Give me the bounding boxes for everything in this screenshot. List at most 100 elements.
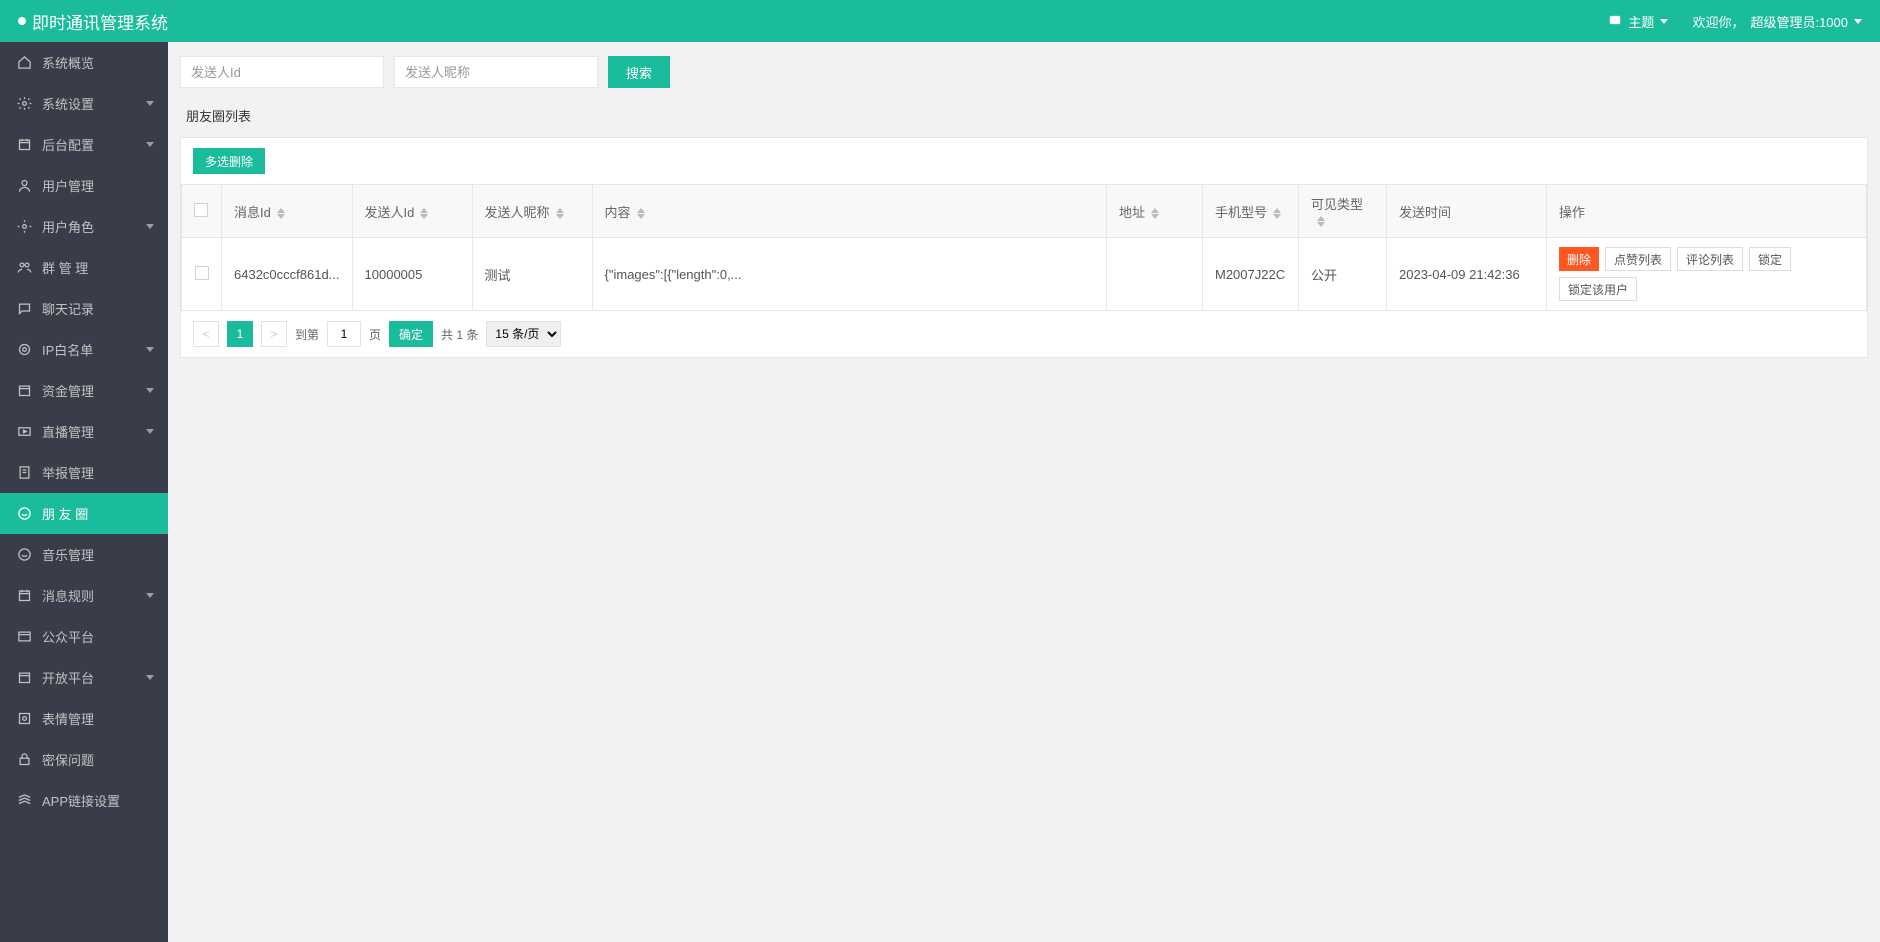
select-all-checkbox[interactable] <box>194 203 208 217</box>
lock-button[interactable]: 锁定 <box>1749 247 1791 271</box>
sidebar-item[interactable]: 音乐管理 <box>0 534 168 575</box>
cell-time: 2023-04-09 21:42:36 <box>1387 238 1547 311</box>
menu-icon <box>16 260 32 276</box>
logo-dot-icon <box>18 17 26 25</box>
app-title-wrap: 即时通讯管理系统 <box>18 9 168 34</box>
chevron-down-icon <box>146 347 154 352</box>
sidebar-item[interactable]: 直播管理 <box>0 411 168 452</box>
chevron-down-icon <box>146 142 154 147</box>
sidebar-item-label: 朋 友 圈 <box>42 504 88 523</box>
sort-icon <box>556 208 564 219</box>
sidebar-item[interactable]: 开放平台 <box>0 657 168 698</box>
sidebar-item[interactable]: 系统概览 <box>0 42 168 83</box>
sidebar-item-label: 公众平台 <box>42 627 94 646</box>
menu-icon <box>16 383 32 399</box>
sidebar-item-label: 资金管理 <box>42 381 94 400</box>
delete-button[interactable]: 删除 <box>1559 247 1599 271</box>
cell-phone: M2007J22C <box>1203 238 1299 311</box>
sidebar-item[interactable]: 用户角色 <box>0 206 168 247</box>
theme-dropdown[interactable]: 主题 <box>1608 12 1668 31</box>
sort-icon <box>420 208 428 219</box>
menu-icon <box>16 588 32 604</box>
comment-list-button[interactable]: 评论列表 <box>1677 247 1743 271</box>
menu-icon <box>16 670 32 686</box>
sidebar-item-label: 用户管理 <box>42 176 94 195</box>
sort-icon <box>277 208 285 219</box>
lock-user-button[interactable]: 锁定该用户 <box>1559 277 1637 301</box>
row-checkbox[interactable] <box>195 266 209 280</box>
sidebar-item-label: 音乐管理 <box>42 545 94 564</box>
header-senderid[interactable]: 发送人Id <box>352 185 472 238</box>
menu-icon <box>16 629 32 645</box>
header-right: 主题 欢迎你， 超级管理员:1000 <box>1608 12 1862 31</box>
cell-actions: 删除点赞列表评论列表锁定锁定该用户 <box>1547 238 1867 311</box>
goto-page-input[interactable] <box>327 321 361 347</box>
next-page-button[interactable]: > <box>261 321 287 347</box>
cell-msgid: 6432c0cccf861d... <box>222 238 353 311</box>
header-visible[interactable]: 可见类型 <box>1299 185 1387 238</box>
header-time: 发送时间 <box>1387 185 1547 238</box>
theme-label: 主题 <box>1628 12 1654 31</box>
sidebar-item[interactable]: 群 管 理 <box>0 247 168 288</box>
sidebar-item[interactable]: 聊天记录 <box>0 288 168 329</box>
sidebar-item[interactable]: 消息规则 <box>0 575 168 616</box>
prev-page-button[interactable]: < <box>193 321 219 347</box>
goto-confirm-button[interactable]: 确定 <box>389 321 433 347</box>
chevron-down-icon <box>146 429 154 434</box>
sidebar-item[interactable]: 用户管理 <box>0 165 168 206</box>
goto-prefix: 到第 <box>295 326 319 343</box>
sidebar-item[interactable]: 后台配置 <box>0 124 168 165</box>
sidebar-item-label: 用户角色 <box>42 217 94 236</box>
sidebar-item[interactable]: 公众平台 <box>0 616 168 657</box>
header-checkbox-cell <box>182 185 222 238</box>
cell-nickname: 测试 <box>472 238 592 311</box>
page-number-button[interactable]: 1 <box>227 321 253 347</box>
sidebar-item-label: 系统概览 <box>42 53 94 72</box>
sidebar-item-label: 群 管 理 <box>42 258 88 277</box>
sidebar-item-label: APP链接设置 <box>42 791 120 810</box>
like-list-button[interactable]: 点赞列表 <box>1605 247 1671 271</box>
menu-icon <box>16 547 32 563</box>
menu-icon <box>16 342 32 358</box>
search-button[interactable]: 搜索 <box>608 56 670 88</box>
palette-icon <box>1608 13 1622 30</box>
app-title: 即时通讯管理系统 <box>32 9 168 34</box>
sidebar-item-label: 后台配置 <box>42 135 94 154</box>
page-size-select[interactable]: 15 条/页 <box>486 321 561 347</box>
header-content[interactable]: 内容 <box>592 185 1106 238</box>
sidebar-item-label: 系统设置 <box>42 94 94 113</box>
list-card: 多选删除 消息Id 发送人Id 发送人昵称 内容 地址 手机型号 可见类型 发送… <box>180 137 1868 358</box>
sidebar-item[interactable]: 朋 友 圈 <box>0 493 168 534</box>
sidebar-item[interactable]: APP链接设置 <box>0 780 168 821</box>
menu-icon <box>16 793 32 809</box>
sidebar-item[interactable]: 系统设置 <box>0 83 168 124</box>
sender-id-input[interactable] <box>180 56 384 88</box>
sidebar-item-label: 开放平台 <box>42 668 94 687</box>
chevron-down-icon <box>146 224 154 229</box>
header-nickname[interactable]: 发送人昵称 <box>472 185 592 238</box>
sender-nick-input[interactable] <box>394 56 598 88</box>
sidebar-item[interactable]: 资金管理 <box>0 370 168 411</box>
sidebar-item[interactable]: IP白名单 <box>0 329 168 370</box>
sort-icon <box>1317 216 1325 227</box>
cell-address <box>1107 238 1203 311</box>
menu-icon <box>16 55 32 71</box>
header-address[interactable]: 地址 <box>1107 185 1203 238</box>
menu-icon <box>16 137 32 153</box>
header-phone[interactable]: 手机型号 <box>1203 185 1299 238</box>
chevron-down-icon <box>1854 19 1862 24</box>
multi-delete-button[interactable]: 多选删除 <box>193 148 265 174</box>
sort-icon <box>1151 208 1159 219</box>
sidebar-item[interactable]: 密保问题 <box>0 739 168 780</box>
sidebar-item[interactable]: 表情管理 <box>0 698 168 739</box>
sidebar-item-label: IP白名单 <box>42 340 93 359</box>
header-msgid[interactable]: 消息Id <box>222 185 353 238</box>
sidebar-item-label: 举报管理 <box>42 463 94 482</box>
card-toolbar: 多选删除 <box>181 138 1867 184</box>
menu-icon <box>16 752 32 768</box>
sidebar-item[interactable]: 举报管理 <box>0 452 168 493</box>
chevron-down-icon <box>1660 19 1668 24</box>
user-dropdown[interactable]: 欢迎你， 超级管理员:1000 <box>1692 12 1862 31</box>
goto-suffix: 页 <box>369 326 381 343</box>
chevron-down-icon <box>146 675 154 680</box>
